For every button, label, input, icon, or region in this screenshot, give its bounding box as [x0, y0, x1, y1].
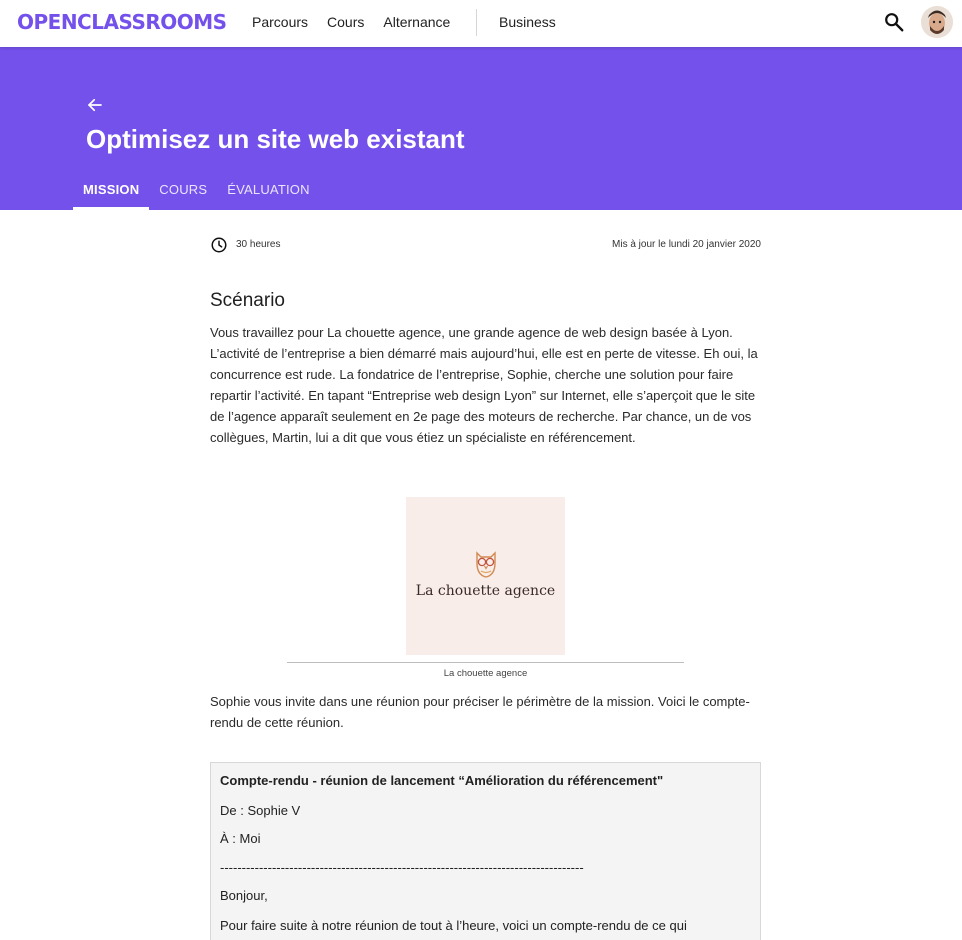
top-navigation: OPENCLASSROOMS Parcours Cours Alternance… [0, 0, 962, 47]
tab-evaluation[interactable]: ÉVALUATION [217, 178, 319, 210]
main-nav-links: Parcours Cours Alternance [252, 14, 469, 30]
agency-logo-image: La chouette agence [406, 497, 565, 655]
nav-link-alternance[interactable]: Alternance [383, 14, 450, 30]
report-greeting: Bonjour, [220, 888, 268, 903]
updated-date: Mis à jour le lundi 20 janvier 2020 [612, 239, 761, 250]
report-title: Compte-rendu - réunion de lancement “Amé… [220, 773, 664, 788]
nav-divider [476, 9, 477, 36]
course-tabs: MISSION COURS ÉVALUATION [73, 178, 320, 210]
course-duration: 30 heures [236, 239, 281, 250]
tab-cours[interactable]: COURS [149, 178, 217, 210]
openclassrooms-logo[interactable]: OPENCLASSROOMS [17, 10, 227, 34]
nav-link-cours[interactable]: Cours [327, 14, 364, 30]
meeting-intro-paragraph: Sophie vous invite dans une réunion pour… [210, 694, 750, 730]
meeting-report-box: Compte-rendu - réunion de lancement “Amé… [210, 762, 761, 940]
nav-link-parcours[interactable]: Parcours [252, 14, 308, 30]
search-icon[interactable] [883, 11, 905, 33]
agency-logo-text: La chouette agence [415, 583, 556, 599]
user-avatar[interactable] [921, 6, 953, 38]
avatar-icon [921, 6, 953, 38]
report-body: Pour faire suite à notre réunion de tout… [220, 918, 687, 933]
report-to: À : Moi [220, 831, 261, 846]
figure-caption: La chouette agence [443, 668, 528, 679]
section-title-scenario: Scénario [210, 290, 285, 311]
report-from: De : Sophie V [220, 803, 301, 818]
clock-icon [211, 237, 227, 253]
tab-mission[interactable]: MISSION [73, 178, 150, 210]
arrow-left-icon[interactable] [86, 96, 104, 114]
course-meta: 30 heures Mis à jour le lundi 20 janvier… [210, 236, 761, 254]
report-separator: ----------------------------------------… [220, 860, 584, 875]
course-title: Optimisez un site web existant [86, 124, 465, 154]
scenario-paragraph: Vous travaillez pour La chouette agence,… [210, 325, 758, 445]
figure-divider [287, 662, 684, 663]
owl-icon [476, 551, 496, 578]
nav-link-business[interactable]: Business [499, 14, 556, 30]
